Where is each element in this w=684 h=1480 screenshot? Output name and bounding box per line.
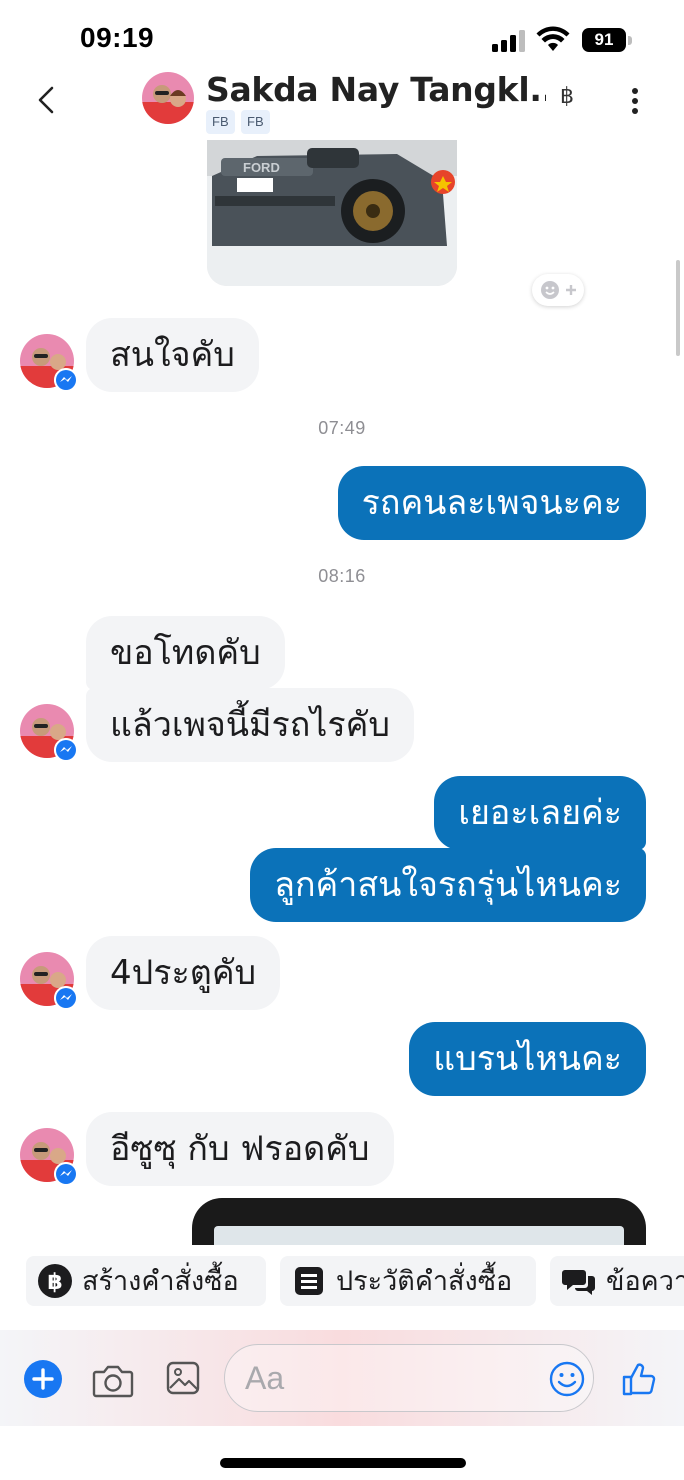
cellular-signal-icon bbox=[492, 30, 525, 52]
more-vertical-icon[interactable] bbox=[620, 84, 650, 118]
outgoing-message[interactable]: รถคนละเพจนะคะ bbox=[337, 466, 646, 540]
incoming-message[interactable]: 4ประตูคับ bbox=[86, 936, 281, 1010]
svg-text:฿: ฿ bbox=[47, 1270, 62, 1295]
contact-avatar-small[interactable] bbox=[20, 334, 78, 392]
messenger-badge-icon bbox=[54, 368, 78, 392]
quick-action-bar: ฿ สร้างคำสั่งซื้อ ประวัติคำสั่งซื้อ ข้อค… bbox=[0, 1248, 684, 1314]
back-chevron-icon[interactable] bbox=[30, 82, 62, 118]
chat-header: Sakda Nay Tangkl... FB FB ฿ bbox=[0, 62, 684, 140]
source-badge-facebook: FB bbox=[206, 110, 235, 134]
gallery-icon[interactable] bbox=[166, 1360, 200, 1396]
baht-icon[interactable]: ฿ bbox=[556, 84, 578, 109]
add-reaction-icon bbox=[541, 281, 576, 299]
message-timestamp: 07:49 bbox=[318, 418, 366, 438]
incoming-message[interactable]: สนใจคับ bbox=[86, 318, 259, 392]
incoming-message[interactable]: ขอโทดคับ bbox=[86, 616, 285, 690]
add-reaction-button[interactable] bbox=[532, 274, 584, 306]
phone-screenshot-image[interactable] bbox=[192, 1198, 646, 1245]
message-list[interactable]: FORD สนใจคับ 07:49 รถคนละเพจนะคะ 08:16 ข… bbox=[0, 140, 684, 1245]
car-photo[interactable]: FORD bbox=[207, 140, 457, 286]
wifi-icon bbox=[536, 26, 570, 51]
message-timestamp: 08:16 bbox=[318, 566, 366, 586]
messenger-badge-icon bbox=[54, 1162, 78, 1186]
list-icon bbox=[295, 1267, 323, 1295]
baht-circle-icon: ฿ bbox=[38, 1264, 72, 1298]
incoming-message[interactable]: แล้วเพจนี้มีรถไรคับ bbox=[86, 688, 414, 762]
outgoing-message[interactable]: แบรนไหนคะ bbox=[409, 1022, 646, 1096]
battery-tip bbox=[628, 36, 632, 45]
message-input-container[interactable] bbox=[224, 1344, 594, 1412]
svg-text:FORD: FORD bbox=[243, 160, 280, 175]
create-order-button[interactable]: ฿ สร้างคำสั่งซื้อ bbox=[26, 1256, 266, 1306]
thumbs-up-icon[interactable] bbox=[620, 1360, 658, 1398]
messages-button[interactable]: ข้อควา bbox=[550, 1256, 684, 1306]
order-history-button[interactable]: ประวัติคำสั่งซื้อ bbox=[280, 1256, 536, 1306]
contact-name[interactable]: Sakda Nay Tangkl... bbox=[206, 70, 546, 109]
messenger-badge-icon bbox=[54, 986, 78, 1010]
plus-circle-icon[interactable] bbox=[24, 1360, 62, 1398]
message-input[interactable] bbox=[245, 1355, 545, 1401]
contact-avatar-small[interactable] bbox=[20, 1128, 78, 1186]
outgoing-message[interactable]: เยอะเลยค่ะ bbox=[434, 776, 646, 850]
contact-avatar-small[interactable] bbox=[20, 704, 78, 762]
message-composer bbox=[0, 1330, 684, 1426]
contact-avatar-small[interactable] bbox=[20, 952, 78, 1010]
incoming-message[interactable]: อีซูซุ กับ ฟรอดคับ bbox=[86, 1112, 394, 1186]
messenger-badge-icon bbox=[54, 738, 78, 762]
chip-label: สร้างคำสั่งซื้อ bbox=[82, 1266, 239, 1297]
chat-bubbles-icon bbox=[562, 1270, 595, 1295]
chip-label: ประวัติคำสั่งซื้อ bbox=[336, 1266, 513, 1297]
outgoing-message[interactable]: ลูกค้าสนใจรถรุ่นไหนคะ bbox=[250, 848, 646, 922]
phone-screen bbox=[214, 1226, 624, 1245]
status-time: 09:19 bbox=[80, 22, 155, 53]
home-indicator[interactable] bbox=[220, 1458, 466, 1468]
source-badge-facebook: FB bbox=[241, 110, 270, 134]
chip-label: ข้อควา bbox=[606, 1266, 684, 1297]
emoji-icon[interactable] bbox=[549, 1361, 585, 1397]
scrollbar[interactable] bbox=[676, 260, 680, 356]
camera-icon[interactable] bbox=[92, 1360, 134, 1400]
battery-level: 91 bbox=[582, 28, 626, 52]
contact-avatar[interactable] bbox=[142, 72, 194, 124]
battery-icon: 91 bbox=[582, 28, 632, 52]
